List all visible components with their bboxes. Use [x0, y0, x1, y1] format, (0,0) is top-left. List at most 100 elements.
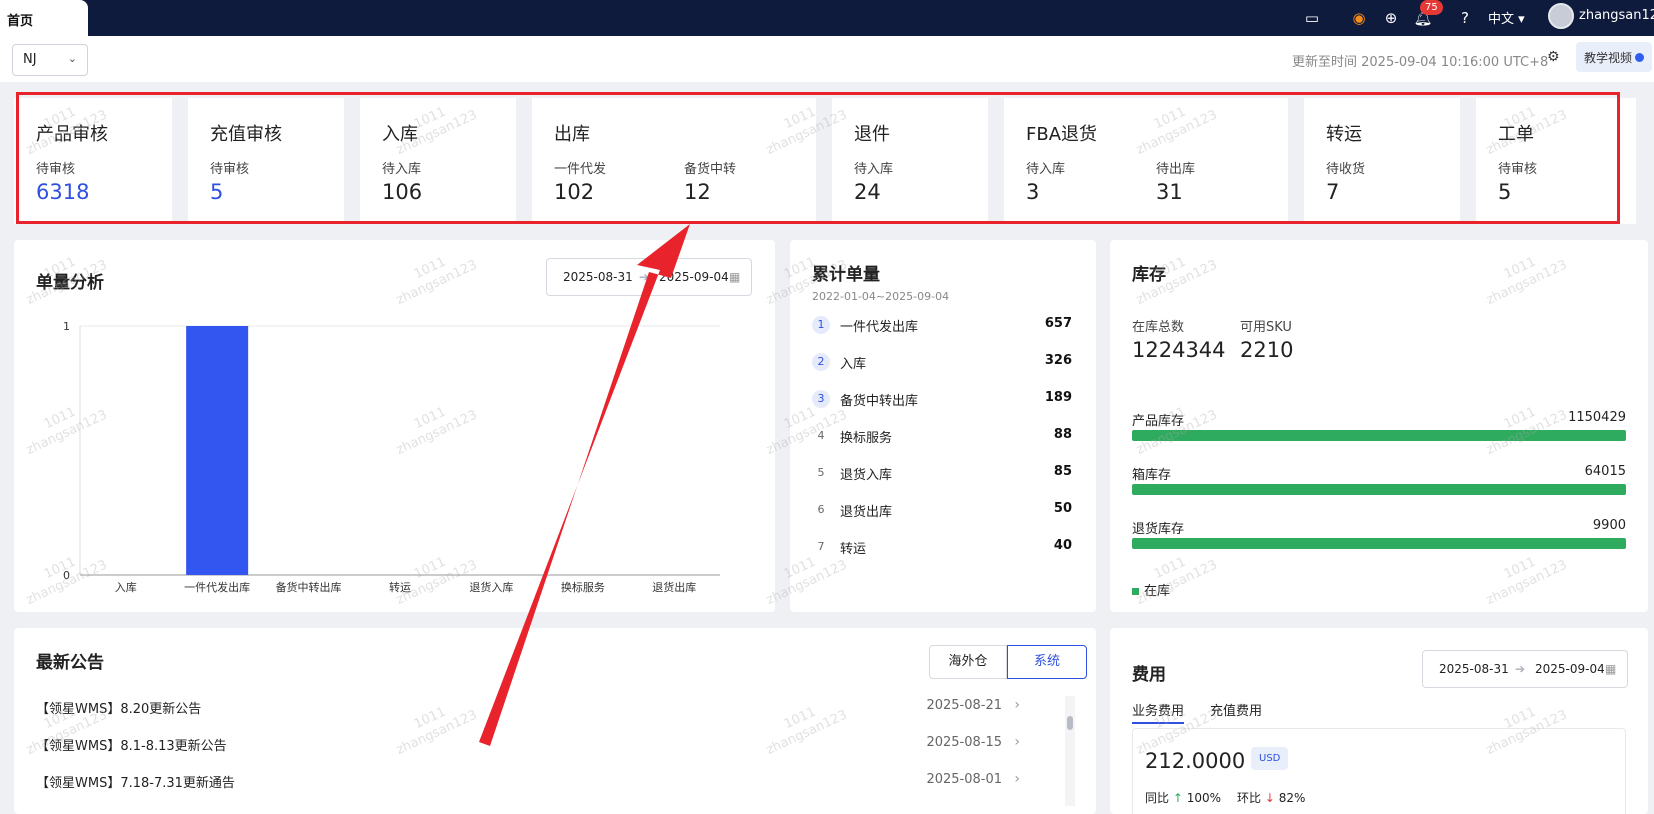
tab-business-fees[interactable]: 业务费用 — [1132, 700, 1185, 724]
inventory-total-label: 在库总数 — [1132, 320, 1185, 335]
stat-value[interactable]: 5 — [210, 180, 223, 204]
stat-card[interactable]: 工单待审核 5 — [1476, 98, 1636, 224]
x-tick-label: 换标服务 — [561, 580, 605, 594]
stat-card-title: FBA退货 — [1026, 124, 1098, 145]
x-tick-label: 备货中转出库 — [276, 580, 342, 594]
rank-count: 85 — [1053, 464, 1072, 479]
stat-sub-label: 待入库 — [1026, 162, 1066, 177]
notice-title[interactable]: 【领星WMS】8.1-8.13更新公告 — [36, 735, 227, 754]
stat-value[interactable]: 7 — [1326, 180, 1339, 204]
settings-icon[interactable]: ⚙ — [1547, 49, 1560, 65]
notice-item[interactable]: 【领星WMS】8.20更新公告 2025-08-21 › — [36, 696, 1020, 718]
help-icon[interactable]: ? — [1454, 7, 1476, 29]
stat-card[interactable]: 转运 待收货 7 — [1304, 98, 1460, 224]
top-navbar: 首页 ▭ ◉ ⊕ 🔔︎ 75 ? 中文 ▾ zhangsan123 — [0, 0, 1654, 36]
notices-panel: 最新公告 海外仓 系统 【领星WMS】8.20更新公告 2025-08-21 › 【领… — [14, 628, 1096, 814]
inventory-progress-fill — [1132, 484, 1626, 495]
tab-system[interactable]: 系统 — [1007, 645, 1087, 679]
arrow-down-icon: ↓ — [1264, 791, 1275, 805]
inventory-bar-value: 1150429 — [1568, 410, 1626, 425]
stat-card[interactable]: 产品审核 待审核 6318 — [14, 98, 172, 224]
inventory-total-value: 1224344 — [1132, 338, 1226, 362]
rank-number: 6 — [817, 503, 825, 516]
stat-sub-label: 待审核 — [36, 162, 76, 177]
list-item: 7 转运 40 — [812, 536, 1073, 560]
notice-item[interactable]: 【领星WMS】8.1-8.13更新公告 2025-08-15 › — [36, 733, 1020, 755]
stat-value[interactable]: 12 — [684, 180, 711, 204]
list-item: 2 入库 326 — [812, 351, 1072, 375]
stat-card[interactable]: 退件 待入库 24 — [832, 98, 988, 224]
list-item: 4 换标服务 88 — [812, 425, 1073, 449]
stat-value[interactable]: 31 — [1156, 180, 1183, 204]
stat-card-title: 退件 — [854, 124, 890, 145]
list-item: 6 退货出库 50 — [812, 499, 1073, 523]
yoy-change: 同比 ↑ 100% — [1145, 789, 1221, 806]
fee-amount: 212.0000 — [1145, 749, 1246, 773]
cumulative-panel: 累计单量 2022-01-04~2025-09-04 1 一件代发出库 657 2 入库… — [790, 240, 1096, 612]
update-time: 更新至时间 2025-09-04 10:16:00 UTC+8 — [1292, 55, 1549, 70]
x-tick-label: 转运 — [389, 580, 411, 594]
mom-value: 82% — [1278, 791, 1306, 805]
stat-value[interactable]: 24 — [854, 180, 881, 204]
chevron-right-icon[interactable]: › — [1014, 771, 1020, 787]
rank-label: 换标服务 — [840, 431, 893, 446]
available-sku-value: 2210 — [1240, 338, 1294, 362]
fees-date-range[interactable]: 2025-08-31 ➔ 2025-09-04 ▦ — [1422, 650, 1628, 688]
notice-date: 2025-08-15 — [926, 735, 1002, 750]
fee-summary-card: 212.0000 USD 同比 ↑ 100% 环比 ↓ 82% — [1132, 728, 1626, 814]
stat-sub-label: 待入库 — [382, 162, 422, 177]
list-item: 3 备货中转出库 189 — [812, 388, 1072, 412]
date-end: 2025-09-04 — [1535, 662, 1605, 676]
chevron-right-icon[interactable]: › — [1014, 734, 1020, 750]
stat-value[interactable]: 6318 — [36, 180, 89, 204]
stat-card[interactable]: 充值审核 待审核 5 — [188, 98, 344, 224]
warehouse-select-value: NJ — [23, 52, 37, 67]
stat-value[interactable]: 5 — [1498, 180, 1511, 204]
username[interactable]: zhangsan123 — [1579, 8, 1654, 23]
inventory-title: 库存 — [1132, 265, 1166, 285]
stat-card[interactable]: FBA退货 待入库 3 待出库 31 — [1004, 98, 1288, 224]
inventory-progress-fill — [1132, 430, 1626, 441]
tutorial-video-button[interactable]: 教学视频 — [1576, 42, 1652, 72]
notification-badge: 75 — [1420, 0, 1443, 15]
avatar[interactable] — [1548, 3, 1574, 29]
stat-card[interactable]: 入库 待入库 106 — [360, 98, 516, 224]
notice-date: 2025-08-01 — [926, 772, 1002, 787]
y-tick-label: 0 — [63, 569, 70, 582]
scrollbar-thumb[interactable] — [1067, 716, 1073, 730]
inventory-panel: 库存 在库总数 1224344 可用SKU 2210 产品库存 1150429 箱库… — [1110, 240, 1648, 612]
stat-card-title: 工单 — [1498, 124, 1534, 145]
chevron-right-icon[interactable]: › — [1014, 697, 1020, 713]
order-analysis-panel: 单量分析 2025-08-31 ➔ 2025-09-04 ▦ 0 1 入库 一件代发出… — [14, 240, 775, 612]
warehouse-select[interactable]: NJ ⌄ — [12, 44, 88, 76]
arrow-up-icon: ↑ — [1172, 791, 1183, 805]
language-selector[interactable]: 中文 ▾ — [1488, 8, 1525, 27]
rank-count: 657 — [1044, 316, 1072, 331]
tab-overseas[interactable]: 海外仓 — [929, 645, 1007, 679]
stat-value[interactable]: 106 — [382, 180, 422, 204]
tab-recharge-fees[interactable]: 充值费用 — [1210, 700, 1262, 719]
download-icon[interactable]: ⊕ — [1380, 7, 1402, 29]
order-bar-chart: 0 1 入库 一件代发出库 备货中转出库 转运 退货入库 换标服务 退货出库 — [63, 320, 720, 594]
stat-value[interactable]: 102 — [554, 180, 594, 204]
stats-row: 产品审核 待审核 6318 充值审核 待审核 5 入库 待入库 106 出库 一件代发 102 备货中转… — [14, 98, 1636, 224]
tab-home[interactable]: 首页 — [0, 0, 88, 36]
stat-value[interactable]: 3 — [1026, 180, 1039, 204]
robot-icon[interactable]: ◉ — [1348, 7, 1370, 29]
chart-bar — [186, 326, 249, 575]
inventory-bar-label: 箱库存 — [1132, 468, 1172, 483]
notice-title[interactable]: 【领星WMS】8.20更新公告 — [36, 698, 201, 717]
stat-card[interactable]: 出库 一件代发 102 备货中转 12 — [532, 98, 816, 224]
y-tick-label: 1 — [63, 320, 70, 333]
notice-title[interactable]: 【领星WMS】7.18-7.31更新通告 — [36, 772, 235, 791]
x-tick-label: 退货入库 — [469, 580, 513, 594]
tutorial-video-label: 教学视频 — [1584, 51, 1633, 65]
inbox-icon[interactable]: ▭ — [1301, 7, 1323, 29]
stat-sub-label: 待审核 — [1498, 162, 1538, 177]
inventory-legend: 在库 — [1132, 580, 1170, 599]
scrollbar[interactable] — [1065, 696, 1075, 806]
arrow-right-icon: ➔ — [1515, 662, 1526, 676]
notice-item[interactable]: 【领星WMS】7.18-7.31更新通告 2025-08-01 › — [36, 770, 1020, 792]
rank-label: 备货中转出库 — [840, 394, 919, 409]
cumulative-range: 2022-01-04~2025-09-04 — [812, 290, 950, 303]
